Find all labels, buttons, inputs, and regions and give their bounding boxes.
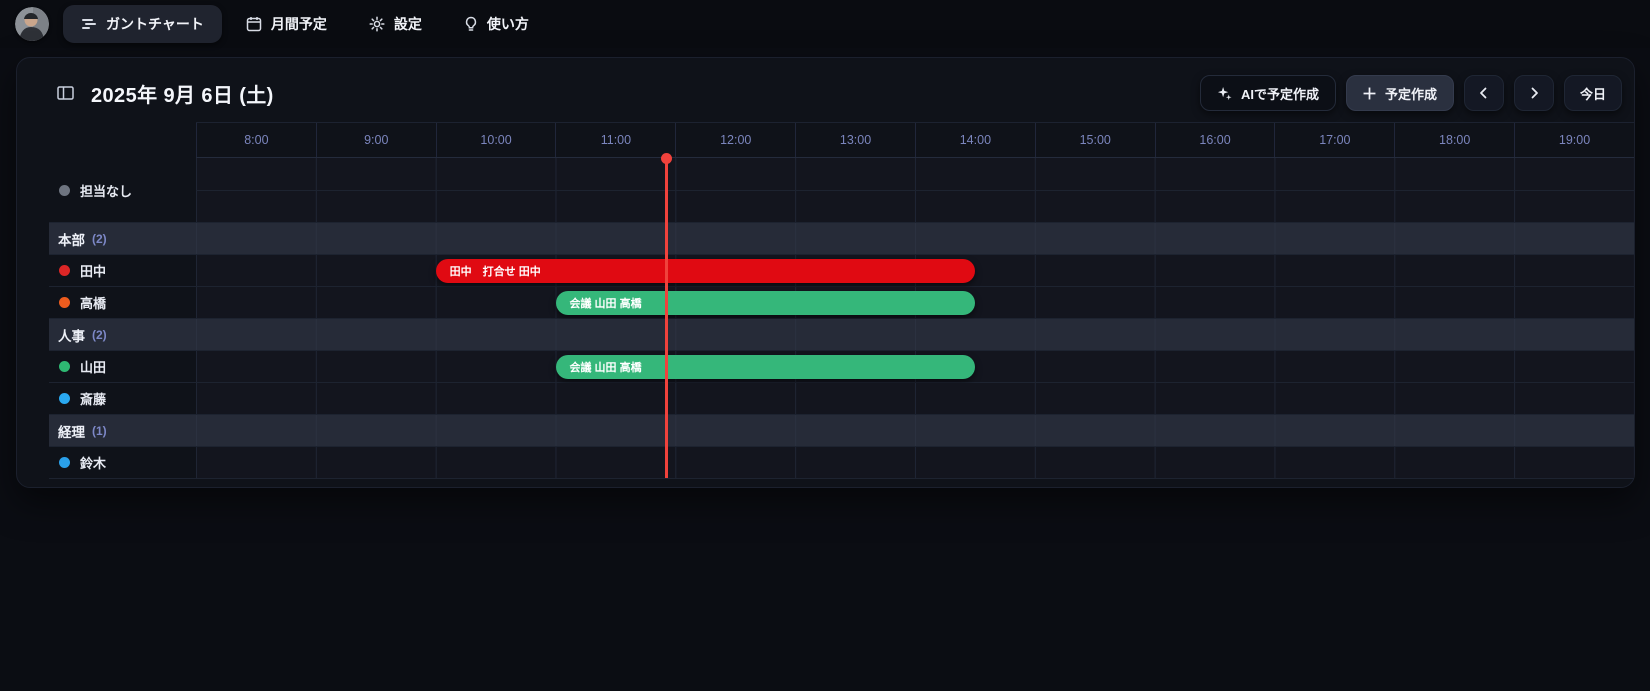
hour-label: 16:00 [1155,123,1275,157]
sparkles-icon [1217,86,1232,101]
nav-item-3[interactable]: 使い方 [446,5,547,43]
sidebar-panel-icon[interactable] [57,85,74,101]
member-color-dot [59,457,70,468]
nav-item-1[interactable]: 月間予定 [228,5,345,43]
hour-label: 15:00 [1035,123,1155,157]
event-bar[interactable]: 会議 山田 高橋 [556,355,975,379]
group-member-count: (2) [92,232,107,246]
group-name: 経理 [58,421,85,441]
avatar-photo [15,7,49,41]
timeline-lane[interactable]: 会議 山田 高橋 [196,351,1634,382]
timeline-lane[interactable] [196,383,1634,414]
group-row: 本部 (2) [49,222,1634,254]
member-color-dot [59,185,70,196]
timeline-lane[interactable]: 田中 打合せ 田中 [196,255,1634,286]
timeline-lane[interactable] [196,447,1634,478]
gantt-chart-panel: 2025年 9月 6日 (土) AIで予定作成 予定作成 [16,57,1635,488]
previous-day-button[interactable] [1464,75,1504,111]
hour-label: 9:00 [316,123,436,157]
create-event-button[interactable]: 予定作成 [1346,75,1454,111]
hour-label: 8:00 [196,123,316,157]
lightbulb-icon [464,16,478,32]
panel-header: 2025年 9月 6日 (土) AIで予定作成 予定作成 [17,58,1634,122]
event-label: 会議 山田 高橋 [570,295,642,311]
member-color-dot [59,393,70,404]
nav-item-label: 月間予定 [271,14,327,34]
today-button[interactable]: 今日 [1564,75,1622,111]
member-color-dot [59,297,70,308]
top-navigation-bar: ガントチャート 月間予定 設定 使い方 [0,0,1650,48]
hour-label: 14:00 [915,123,1035,157]
hour-label: 18:00 [1394,123,1514,157]
member-name: 山田 [80,357,106,376]
timeline-lane[interactable]: 会議 山田 高橋 [196,287,1634,318]
event-bar[interactable]: 田中 打合せ 田中 [436,259,975,283]
user-avatar[interactable] [15,7,49,41]
member-row: 斎藤 [49,382,1634,414]
calendar-icon [246,16,262,32]
member-row: 担当なし [49,158,1634,222]
event-bar[interactable]: 会議 山田 高橋 [556,291,975,315]
member-name: 担当なし [80,181,132,200]
hour-label: 19:00 [1514,123,1634,157]
event-label: 会議 山田 高橋 [570,359,642,375]
group-member-count: (1) [92,424,107,438]
nav-item-label: 使い方 [487,14,529,34]
member-name: 高橋 [80,293,106,312]
member-name: 鈴木 [80,453,106,472]
hour-label: 13:00 [795,123,915,157]
timeline-lane[interactable] [196,223,1634,254]
chevron-left-icon [1478,87,1490,99]
time-axis-spacer [49,122,196,158]
nav-item-label: 設定 [394,14,422,34]
nav-items: ガントチャート 月間予定 設定 使い方 [63,5,547,43]
date-title: 2025年 9月 6日 (土) [91,79,274,108]
next-day-button[interactable] [1514,75,1554,111]
header-buttons: AIで予定作成 予定作成 [1200,75,1622,111]
timeline-lane[interactable] [196,319,1634,350]
plus-icon [1363,87,1376,100]
time-axis-cells: 8:009:0010:0011:0012:0013:0014:0015:0016… [196,122,1634,158]
gear-icon [369,16,385,32]
group-name: 本部 [58,229,85,249]
member-row: 鈴木 [49,446,1634,478]
member-row: 山田 会議 山田 高橋 [49,350,1634,382]
group-name: 人事 [58,325,85,345]
timeline-lane[interactable] [196,158,1634,222]
member-row: 田中 田中 打合せ 田中 [49,254,1634,286]
hour-label: 17:00 [1274,123,1394,157]
time-axis-header: 8:009:0010:0011:0012:0013:0014:0015:0016… [49,122,1634,158]
nav-item-2[interactable]: 設定 [351,5,440,43]
chevron-right-icon [1528,87,1540,99]
gantt-chart-icon [81,17,97,31]
member-name: 田中 [80,261,106,280]
hour-label: 11:00 [555,123,675,157]
gantt-grid: 8:009:0010:0011:0012:0013:0014:0015:0016… [49,122,1634,479]
member-row: 高橋 会議 山田 高橋 [49,286,1634,318]
group-member-count: (2) [92,328,107,342]
member-name: 斎藤 [80,389,106,408]
member-color-dot [59,265,70,276]
member-color-dot [59,361,70,372]
timeline-lane[interactable] [196,415,1634,446]
hour-label: 12:00 [675,123,795,157]
gantt-rows: 担当なし本部(2)田中田中 打合せ 田中高橋会議 山田 高橋人事(2)山田会議 … [49,158,1634,479]
event-label: 田中 打合せ 田中 [450,263,541,279]
group-row: 人事 (2) [49,318,1634,350]
nav-item-label: ガントチャート [106,14,204,34]
lane-divider [196,190,1634,191]
hour-label: 10:00 [436,123,556,157]
group-row: 経理 (1) [49,414,1634,446]
ai-create-event-button[interactable]: AIで予定作成 [1200,75,1336,111]
nav-item-0[interactable]: ガントチャート [63,5,222,43]
